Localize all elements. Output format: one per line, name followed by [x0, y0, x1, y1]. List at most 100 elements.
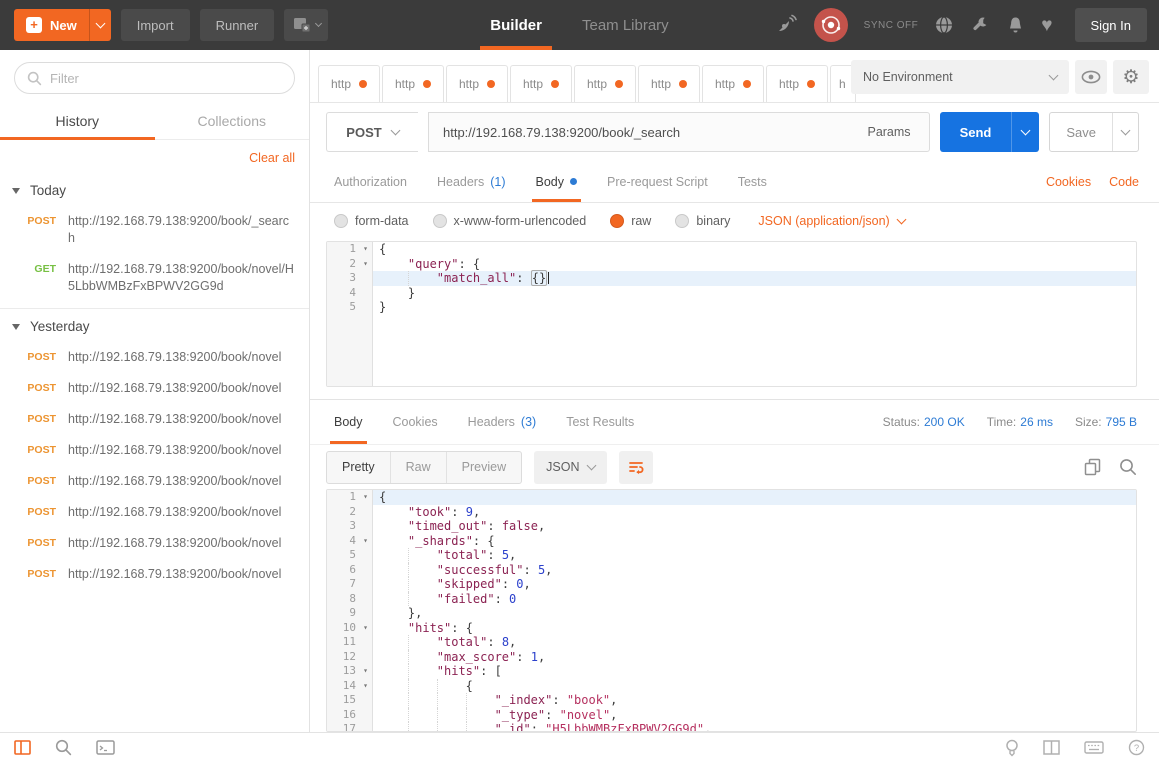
open-request-tab[interactable]: http — [702, 65, 764, 102]
history-item[interactable]: POSThttp://192.168.79.138:9200/book/nove… — [0, 528, 309, 559]
heart-icon[interactable]: ♥ — [1041, 16, 1052, 35]
code-line: 16"_type": "novel", — [327, 708, 1136, 723]
token: "total" — [437, 548, 488, 562]
clear-all-link[interactable]: Clear all — [249, 151, 295, 165]
code-link[interactable]: Code — [1109, 175, 1139, 189]
token: "hits" — [437, 664, 480, 678]
history-group-header[interactable]: Yesterday — [0, 309, 309, 342]
history-item[interactable]: POSThttp://192.168.79.138:9200/book/nove… — [0, 466, 309, 497]
fold-caret-icon[interactable]: ▾ — [359, 664, 372, 679]
console-icon[interactable] — [96, 740, 115, 755]
content-type-select[interactable]: JSON (application/json) — [758, 214, 904, 228]
method-select[interactable]: POST — [326, 112, 418, 152]
request-tab-body[interactable]: Body — [536, 161, 578, 202]
response-tab-body[interactable]: Body — [334, 400, 363, 444]
url-input[interactable] — [429, 125, 849, 140]
code-text: }, — [373, 606, 1136, 621]
sidebar-toggle-icon[interactable] — [14, 740, 31, 755]
open-request-tab[interactable]: http — [574, 65, 636, 102]
code-text: "hits": [ — [373, 664, 1136, 679]
cookies-link[interactable]: Cookies — [1046, 175, 1091, 189]
request-tab-pre-request-script[interactable]: Pre-request Script — [607, 161, 708, 202]
fold-spacer — [359, 708, 372, 723]
gutter — [327, 315, 373, 387]
history-item[interactable]: POSThttp://192.168.79.138:9200/book/nove… — [0, 497, 309, 528]
sidebar-tab-history[interactable]: History — [0, 104, 155, 139]
body-mode-binary[interactable]: binary — [675, 214, 730, 228]
method-value: POST — [346, 125, 381, 140]
history-item[interactable]: POSThttp://192.168.79.138:9200/book/nove… — [0, 435, 309, 466]
wrap-lines-button[interactable] — [619, 451, 653, 484]
send-dropdown-button[interactable] — [1011, 112, 1039, 152]
view-mode-raw[interactable]: Raw — [390, 452, 446, 483]
token: "_type" — [495, 708, 546, 722]
history-group-header[interactable]: Today — [0, 173, 309, 206]
response-tab-test-results[interactable]: Test Results — [566, 400, 634, 444]
response-tab-headers[interactable]: Headers(3) — [468, 400, 537, 444]
code-line: 6"successful": 5, — [327, 563, 1136, 578]
response-format-select[interactable]: JSON — [534, 451, 607, 484]
history-item[interactable]: POSThttp://192.168.79.138:9200/book/nove… — [0, 373, 309, 404]
keyboard-icon[interactable] — [1084, 741, 1104, 754]
sidebar-tab-collections[interactable]: Collections — [155, 104, 310, 139]
two-pane-icon[interactable] — [1043, 740, 1060, 755]
help-icon[interactable]: ? — [1128, 739, 1145, 756]
fold-caret-icon[interactable]: ▾ — [359, 534, 372, 549]
open-request-tab[interactable]: http — [446, 65, 508, 102]
request-editor-tabs: Authorization Headers(1) Body Pre-request S… — [310, 161, 1159, 203]
copy-icon[interactable] — [1084, 458, 1101, 476]
lightbulb-icon[interactable] — [1005, 739, 1019, 757]
history-item[interactable]: GEThttp://192.168.79.138:9200/book/novel… — [0, 254, 309, 302]
body-mode-raw[interactable]: raw — [610, 214, 651, 228]
nav-item-team-library[interactable]: Team Library — [582, 0, 669, 50]
response-body-viewer[interactable]: 1▾{2"took": 9,3"timed_out": false,4▾"_sh… — [326, 489, 1137, 732]
history-item[interactable]: POSThttp://192.168.79.138:9200/book/nove… — [0, 404, 309, 435]
open-request-tab[interactable]: http — [766, 65, 828, 102]
response-tab-cookies[interactable]: Cookies — [393, 400, 438, 444]
open-request-tab[interactable]: http — [382, 65, 444, 102]
satellite-icon[interactable] — [776, 14, 798, 36]
filter-input[interactable] — [50, 71, 282, 86]
line-number: 11 — [327, 635, 359, 650]
request-body-editor[interactable]: 1▾{2▾"query": {3"match_all": {}4}5} — [326, 241, 1137, 387]
sync-status-button[interactable] — [814, 8, 848, 42]
open-request-tab[interactable]: http — [510, 65, 572, 102]
environment-quicklook-button[interactable] — [1075, 60, 1107, 94]
token: : — [552, 693, 566, 707]
fold-caret-icon[interactable]: ▾ — [359, 621, 372, 636]
request-tab-headers[interactable]: Headers(1) — [437, 161, 506, 202]
history-item[interactable]: POSThttp://192.168.79.138:9200/book/nove… — [0, 342, 309, 373]
open-request-tab[interactable]: http — [638, 65, 700, 102]
params-button[interactable]: Params — [849, 113, 928, 151]
settings-button[interactable]: ⚙ — [1113, 60, 1149, 94]
nav-item-builder[interactable]: Builder — [490, 0, 542, 50]
history-item[interactable]: POSThttp://192.168.79.138:9200/book/nove… — [0, 559, 309, 590]
open-request-tab[interactable]: http — [318, 65, 380, 102]
wrench-icon[interactable] — [970, 15, 990, 35]
bell-icon[interactable] — [1006, 15, 1025, 35]
globe-icon[interactable] — [934, 15, 954, 35]
tab-count: (3) — [521, 415, 536, 429]
sign-in-button[interactable]: Sign In — [1075, 8, 1147, 42]
fold-caret-icon[interactable]: ▾ — [359, 490, 372, 505]
body-mode-form-data[interactable]: form-data — [334, 214, 409, 228]
indent-guide — [379, 693, 408, 708]
body-mode-x-www-form-urlencoded[interactable]: x-www-form-urlencoded — [433, 214, 587, 228]
environment-select[interactable]: No Environment — [851, 60, 1069, 94]
view-mode-preview[interactable]: Preview — [446, 452, 521, 483]
fold-caret-icon[interactable]: ▾ — [359, 679, 372, 694]
save-button[interactable]: Save — [1049, 112, 1139, 152]
request-tab-tests[interactable]: Tests — [738, 161, 767, 202]
gutter: 15 — [327, 693, 373, 708]
history-item[interactable]: POSThttp://192.168.79.138:9200/book/_sea… — [0, 206, 309, 254]
search-icon[interactable] — [55, 739, 72, 756]
history-item-url: http://192.168.79.138:9200/book/novel — [68, 473, 295, 490]
send-button[interactable]: Send — [940, 112, 1040, 152]
history-item-url: http://192.168.79.138:9200/book/_search — [68, 213, 295, 247]
fold-caret-icon[interactable]: ▾ — [359, 257, 372, 272]
view-mode-pretty[interactable]: Pretty — [327, 452, 390, 483]
request-tab-authorization[interactable]: Authorization — [334, 161, 407, 202]
search-response-icon[interactable] — [1119, 458, 1137, 476]
save-dropdown-button[interactable] — [1112, 113, 1138, 151]
fold-caret-icon[interactable]: ▾ — [359, 242, 372, 257]
